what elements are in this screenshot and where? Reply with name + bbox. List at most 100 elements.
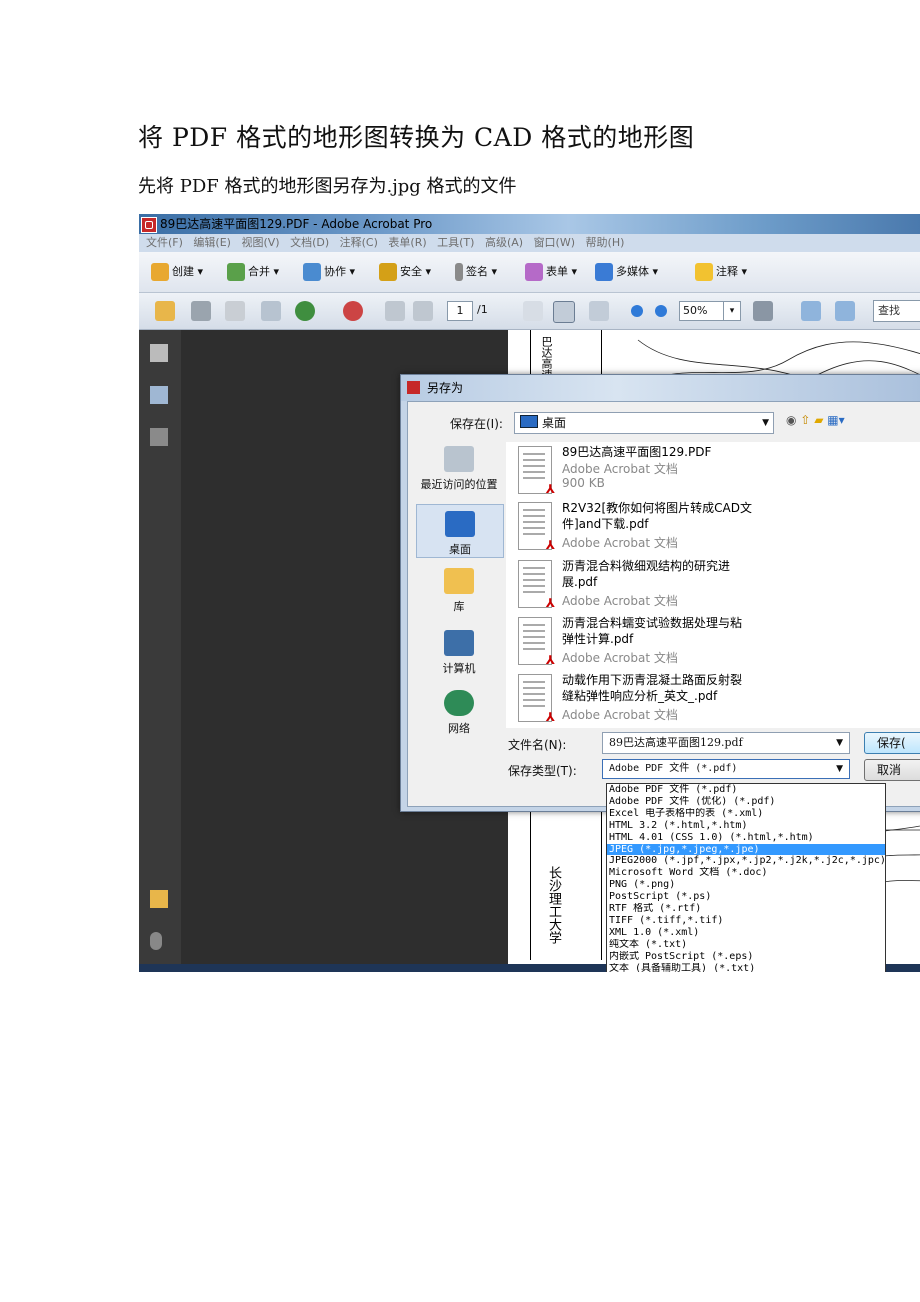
menu-file[interactable]: 文件(F) [146,234,183,252]
fit-width-icon[interactable] [801,301,821,321]
multimedia-button[interactable]: 多媒体 ▾ [595,262,658,282]
menu-document[interactable]: 文档(D) [290,234,329,252]
menu-advanced[interactable]: 高级(A) [485,234,523,252]
form-icon [525,263,543,281]
menu-window[interactable]: 窗口(W) [534,234,575,252]
find-input[interactable]: 查找 [873,300,920,322]
filetype-option[interactable]: Microsoft Word 文档 (*.doc) [607,867,885,879]
combine-button[interactable]: 合并 ▾ [227,262,279,282]
filetype-option[interactable]: Adobe PDF 文件 (*.pdf) [607,784,885,796]
list-item[interactable]: ⅄ 89巴达高速平面图129.PDF Adobe Acrobat 文档 900 … [506,442,920,499]
forms-button[interactable]: 表单 ▾ [525,262,577,282]
window-title: 89巴达高速平面图129.PDF - Adobe Acrobat Pro [160,217,433,231]
menu-forms[interactable]: 表单(R) [388,234,426,252]
comments-icon[interactable] [150,890,168,908]
back-icon[interactable]: ◉ [786,413,796,427]
place-recent[interactable]: 最近访问的位置 [416,446,502,492]
filetype-option[interactable]: JPEG2000 (*.jpf,*.jpx,*.jp2,*.j2k,*.j2c,… [607,855,885,867]
open-folder-icon[interactable] [155,301,175,321]
list-item[interactable]: ⅄ 动载作用下沥青混凝土路面反射裂缝粘弹性响应分析_英文_.pdf Adobe … [506,670,920,727]
filetype-option[interactable]: 内嵌式 PostScript (*.eps) [607,951,885,963]
menu-help[interactable]: 帮助(H) [586,234,625,252]
filetype-option[interactable]: 纯文本 (*.txt) [607,939,885,951]
filetype-option[interactable]: XML 1.0 (*.xml) [607,927,885,939]
list-item[interactable]: ⅄ 沥青混合料蠕变试验数据处理与粘弹性计算.pdf Adobe Acrobat … [506,613,920,670]
page-up-icon[interactable] [385,301,405,321]
pages-icon[interactable] [150,344,168,362]
fit-page-icon[interactable] [835,301,855,321]
collaborate-button[interactable]: 协作 ▾ [303,262,355,282]
list-item[interactable]: ⅄ R2V32[教你如何将图片转成CAD文件]and下载.pdf Adobe A… [506,498,920,555]
zoom-dropdown-icon[interactable]: ▾ [723,301,741,321]
new-folder-icon[interactable]: ▰ [814,413,823,427]
place-network[interactable]: 网络 [416,690,502,736]
network-icon [444,690,474,716]
print-icon[interactable] [191,301,211,321]
library-icon [444,568,474,594]
place-computer[interactable]: 计算机 [416,630,502,676]
place-libraries[interactable]: 库 [416,568,502,614]
save-in-select[interactable]: 桌面 ▼ [514,412,774,434]
page-down-icon[interactable] [413,301,433,321]
sign-button[interactable]: 签名 ▾ [455,262,497,282]
pen-icon [455,263,463,281]
filetype-option-selected[interactable]: JPEG (*.jpg,*.jpeg,*.jpe) [607,843,885,856]
page-side-label: 长沙理工大学 [546,866,561,944]
signatures-icon[interactable] [150,428,168,446]
filename-label: 文件名(N): [508,738,567,752]
filetype-option[interactable]: Adobe PDF 文件 (优化) (*.pdf) [607,796,885,808]
filetype-select[interactable]: Adobe PDF 文件 (*.pdf) ▼ [602,759,850,779]
filetype-option[interactable]: Excel 电子表格中的表 (*.xml) [607,808,885,820]
list-item[interactable]: ⅄ 沥青混合料微细观结构的研究进展.pdf Adobe Acrobat 文档 [506,556,920,613]
place-desktop[interactable]: 桌面 [416,504,504,558]
pdf-thumbnail-icon: ⅄ [518,502,555,552]
filetype-option[interactable]: HTML 4.01 (CSS 1.0) (*.html,*.htm) [607,832,885,844]
create-button[interactable]: 创建 ▾ [151,262,203,282]
filetype-option[interactable]: PNG (*.png) [607,879,885,891]
attachment-icon[interactable] [150,932,162,950]
menu-view[interactable]: 视图(V) [241,234,279,252]
zoom-in-icon[interactable] [655,305,667,317]
view-menu-icon[interactable]: ▦▾ [827,413,844,427]
filetype-option[interactable]: HTML 3.2 (*.html,*.htm) [607,820,885,832]
places-bar: 最近访问的位置 桌面 库 计算机 网络 [416,442,504,762]
menu-tools[interactable]: 工具(T) [437,234,474,252]
menu-comments[interactable]: 注释(C) [340,234,378,252]
share-icon[interactable] [343,301,363,321]
filetype-dropdown-list: Adobe PDF 文件 (*.pdf) Adobe PDF 文件 (优化) (… [606,783,886,972]
zoom-level-input[interactable]: 50% [679,301,726,321]
chevron-down-icon: ▼ [762,418,769,428]
select-tool-icon[interactable] [523,301,543,321]
filetype-option[interactable]: RTF 格式 (*.rtf) [607,903,885,915]
globe-icon[interactable] [295,301,315,321]
save-icon[interactable] [225,301,245,321]
filetype-option[interactable]: PostScript (*.ps) [607,891,885,903]
filename-input[interactable]: 89巴达高速平面图129.pdf ▼ [602,732,850,754]
comment-button[interactable]: 注释 ▾ [695,262,747,282]
collaborate-icon [303,263,321,281]
desktop-icon [445,511,475,537]
pdf-thumbnail-icon: ⅄ [518,560,555,610]
filetype-option[interactable]: 文本 (具备辅助工具) (*.txt) [607,963,885,972]
menu-edit[interactable]: 编辑(E) [193,234,231,252]
chevron-down-icon: ▼ [836,738,843,748]
acrobat-icon [141,217,157,233]
dialog-title: 另存为 [427,381,464,395]
cancel-button[interactable]: 取消 [864,759,920,781]
acrobat-icon [407,381,420,394]
email-icon[interactable] [261,301,281,321]
page-number-input[interactable]: 1 [447,301,473,321]
zoom-tool-icon[interactable] [589,301,609,321]
pdf-thumbnail-icon: ⅄ [518,617,555,667]
filetype-option[interactable]: TIFF (*.tiff,*.tif) [607,915,885,927]
bookmarks-icon[interactable] [150,386,168,404]
save-button[interactable]: 保存( [864,732,920,754]
zoom-out-icon[interactable] [631,305,643,317]
recent-places-icon [444,446,474,472]
snapshot-icon[interactable] [753,301,773,321]
pdf-thumbnail-icon: ⅄ [518,446,555,496]
up-folder-icon[interactable]: ⇧ [800,413,810,427]
secure-button[interactable]: 安全 ▾ [379,262,431,282]
save-in-label: 保存在(I): [450,417,503,431]
hand-tool-icon[interactable] [553,301,575,323]
